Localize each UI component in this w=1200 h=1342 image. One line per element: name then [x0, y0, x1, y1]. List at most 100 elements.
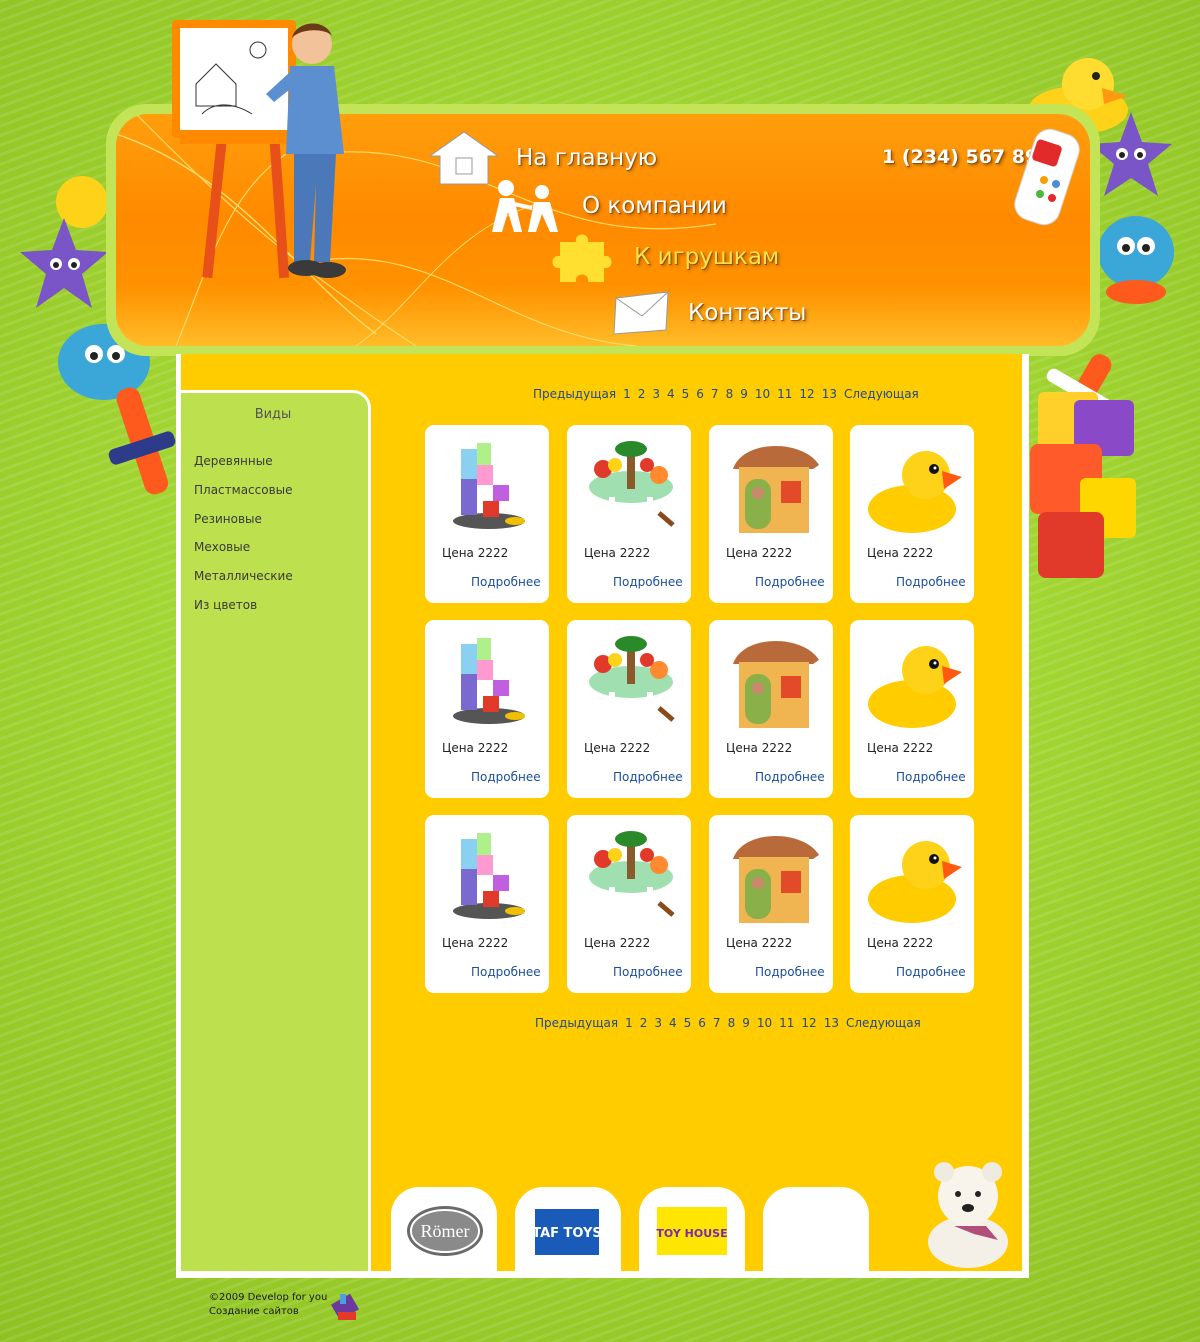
page-link[interactable]: 13 [824, 1016, 839, 1030]
page-link[interactable]: 4 [669, 1016, 677, 1030]
product-card: Цена 2222 Подробнее [567, 815, 691, 993]
romer-logo: Römer [407, 1206, 483, 1256]
product-card: Цена 2222 Подробнее [709, 620, 833, 798]
page-link[interactable]: 10 [757, 1016, 772, 1030]
sidebar-item-plastic[interactable]: Пластмассовые [194, 483, 293, 497]
product-more-link[interactable]: Подробнее [755, 575, 825, 589]
developer-logo-icon[interactable] [330, 1290, 360, 1324]
product-card: Цена 2222 Подробнее [709, 815, 833, 993]
product-more-link[interactable]: Подробнее [755, 770, 825, 784]
product-more-link[interactable]: Подробнее [471, 965, 541, 979]
sidebar-item-wooden[interactable]: Деревянные [194, 454, 273, 468]
page-link[interactable]: 9 [742, 1016, 750, 1030]
nav-toys-label: К игрушкам [634, 244, 780, 270]
footer-copyright: ©2009 Develop for you [209, 1292, 328, 1303]
product-price: Цена 2222 [867, 546, 934, 560]
flower-table-toy-image[interactable] [581, 630, 681, 730]
page-link[interactable]: 6 [698, 1016, 706, 1030]
product-more-link[interactable]: Подробнее [613, 575, 683, 589]
playhouse-toy-image[interactable] [723, 823, 823, 927]
nav-contacts[interactable]: Контакты [610, 290, 806, 336]
boy-with-easel-illustration [172, 20, 346, 279]
pagination-next[interactable]: Следующая [844, 387, 919, 401]
page-link[interactable]: 2 [640, 1016, 648, 1030]
brand-tab-taf-toys[interactable]: TAF TOYS [515, 1187, 621, 1271]
teddy-bear-illustration [928, 1162, 1008, 1268]
page-link[interactable]: 9 [740, 387, 748, 401]
product-more-link[interactable]: Подробнее [471, 575, 541, 589]
sidebar-item-fur[interactable]: Меховые [194, 540, 250, 554]
product-price: Цена 2222 [867, 741, 934, 755]
page-link[interactable]: 7 [713, 1016, 721, 1030]
page-link[interactable]: 5 [682, 387, 690, 401]
pagination-prev[interactable]: Предыдущая [533, 387, 616, 401]
page-link[interactable]: 7 [711, 387, 719, 401]
page-link[interactable]: 6 [696, 387, 704, 401]
page-link[interactable]: 2 [638, 387, 646, 401]
page-link[interactable]: 11 [779, 1016, 794, 1030]
product-card: Цена 2222 Подробнее [850, 425, 974, 603]
toy-blocks-decoration [1030, 392, 1136, 578]
product-price: Цена 2222 [726, 546, 793, 560]
page-link[interactable]: 5 [684, 1016, 692, 1030]
footer-tagline[interactable]: Создание сайтов [209, 1306, 299, 1317]
playhouse-toy-image[interactable] [723, 628, 823, 732]
nav-about[interactable]: О компании [476, 178, 727, 234]
taf-toys-logo-text: TAF TOYS [532, 1226, 602, 1241]
product-more-link[interactable]: Подробнее [471, 770, 541, 784]
page-link[interactable]: 13 [822, 387, 837, 401]
brand-tab-empty [763, 1187, 869, 1271]
page-link[interactable]: 1 [623, 387, 631, 401]
brand-tab-toy-house[interactable]: TOY HOUSE [639, 1187, 745, 1271]
product-price: Цена 2222 [442, 936, 509, 950]
star-toy-decoration [1090, 112, 1172, 196]
product-more-link[interactable]: Подробнее [896, 770, 966, 784]
page-link[interactable]: 8 [726, 387, 734, 401]
product-card: Цена 2222 Подробнее [709, 425, 833, 603]
brand-tab-romer[interactable]: Römer [391, 1187, 497, 1271]
product-price: Цена 2222 [584, 546, 651, 560]
page-link[interactable]: 12 [799, 387, 814, 401]
nav-home-label: На главную [516, 145, 658, 171]
page-link[interactable]: 1 [625, 1016, 633, 1030]
page-link[interactable]: 11 [777, 387, 792, 401]
puzzle-icon [552, 234, 612, 282]
block-tower-toy-image[interactable] [439, 630, 539, 730]
product-card: Цена 2222 Подробнее [567, 620, 691, 798]
flower-table-toy-image[interactable] [581, 825, 681, 925]
nav-toys[interactable]: К игрушкам [550, 228, 779, 286]
sidebar-item-metal[interactable]: Металлические [194, 569, 293, 583]
sidebar-item-flowers[interactable]: Из цветов [194, 598, 257, 612]
block-tower-toy-image[interactable] [439, 435, 539, 535]
product-more-link[interactable]: Подробнее [896, 965, 966, 979]
product-more-link[interactable]: Подробнее [613, 770, 683, 784]
product-card: Цена 2222 Подробнее [567, 425, 691, 603]
pagination-bottom: Предыдущая 1 2 3 4 5 6 7 8 9 10 11 12 13… [535, 1016, 921, 1030]
product-card: Цена 2222 Подробнее [850, 815, 974, 993]
flower-table-toy-image[interactable] [581, 435, 681, 535]
product-price: Цена 2222 [584, 936, 651, 950]
product-more-link[interactable]: Подробнее [896, 575, 966, 589]
toy-phone-illustration [1014, 128, 1080, 226]
product-card: Цена 2222 Подробнее [425, 425, 549, 603]
page-link[interactable]: 4 [667, 387, 675, 401]
pagination-next[interactable]: Следующая [846, 1016, 921, 1030]
page-link[interactable]: 3 [654, 1016, 662, 1030]
page-link[interactable]: 3 [652, 387, 660, 401]
pagination-prev[interactable]: Предыдущая [535, 1016, 618, 1030]
product-price: Цена 2222 [726, 741, 793, 755]
rubber-duck-toy-image[interactable] [864, 435, 964, 535]
blue-ball-toy-decoration [1098, 216, 1174, 304]
product-card: Цена 2222 Подробнее [850, 620, 974, 798]
playhouse-toy-image[interactable] [723, 433, 823, 537]
rubber-duck-toy-image[interactable] [864, 630, 964, 730]
product-more-link[interactable]: Подробнее [613, 965, 683, 979]
sidebar-item-rubber[interactable]: Резиновые [194, 512, 262, 526]
rubber-duck-toy-image[interactable] [864, 825, 964, 925]
page-link[interactable]: 12 [801, 1016, 816, 1030]
product-more-link[interactable]: Подробнее [755, 965, 825, 979]
page-link[interactable]: 10 [755, 387, 770, 401]
page-link[interactable]: 8 [728, 1016, 736, 1030]
block-tower-toy-image[interactable] [439, 825, 539, 925]
taf-toys-logo: TAF TOYS [532, 1209, 602, 1255]
